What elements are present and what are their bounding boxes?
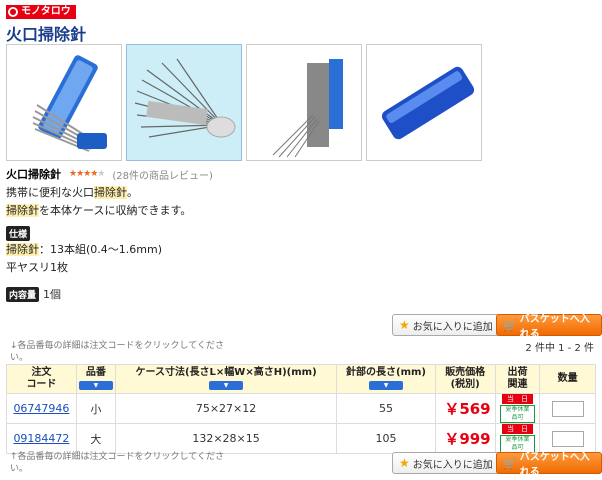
same-day-badge: 当 日 bbox=[501, 424, 533, 434]
cart-icon: 🛒 bbox=[503, 456, 517, 470]
desc-highlight: 掃除針 bbox=[6, 204, 39, 217]
header-qty: 数量 bbox=[539, 364, 596, 394]
thumbnail-4[interactable] bbox=[366, 44, 482, 161]
header-case: ケース寸法(長さL×幅W×高さH)(mm) ▼ bbox=[114, 364, 338, 394]
contents-row: 内容量 1個 bbox=[6, 286, 61, 302]
star-icon: ★ bbox=[399, 318, 410, 332]
hinban-cell: 大 bbox=[75, 423, 116, 454]
page-title: 火口掃除針 bbox=[6, 25, 87, 44]
desc-highlight: 掃除針 bbox=[94, 186, 127, 199]
spec-text: 平ヤスリ1枚 bbox=[6, 261, 68, 274]
cart-icon: 🛒 bbox=[503, 318, 517, 332]
product-image-closed-case-icon bbox=[381, 66, 475, 140]
monotaro-logo[interactable]: ● モノタロウ bbox=[6, 5, 76, 19]
sort-icon[interactable]: ▼ bbox=[369, 381, 403, 390]
product-image-case-needles-icon bbox=[272, 59, 343, 158]
table-row: 06747946 小 75×27×12 55 ￥569 当 日 夏季休業品可 bbox=[6, 393, 596, 424]
price-cell: ￥569 bbox=[434, 393, 496, 424]
product-image-open-case-icon bbox=[32, 55, 107, 152]
qty-cell bbox=[539, 393, 596, 424]
add-to-basket-button-top[interactable]: 🛒 バスケットへ入れる bbox=[496, 314, 602, 340]
product-name: 火口掃除針 bbox=[6, 168, 61, 181]
logo-mark-icon: ● bbox=[8, 7, 18, 17]
rating-stars: ★★★★★ bbox=[69, 169, 105, 179]
needle-length-cell: 55 bbox=[336, 393, 436, 424]
thumbnail-1[interactable] bbox=[6, 44, 122, 161]
ship-cell: 当 日 夏季休業品可 bbox=[494, 393, 541, 424]
logo-text: モノタロウ bbox=[21, 6, 71, 17]
thumbnail-3[interactable] bbox=[246, 44, 362, 161]
same-day-badge: 当 日 bbox=[501, 394, 533, 404]
case-size-cell: 132×28×15 bbox=[114, 423, 338, 454]
result-count: 2 件中 1 - 2 件 bbox=[525, 343, 594, 354]
spec-highlight: 掃除針 bbox=[6, 243, 39, 256]
case-size-cell: 75×27×12 bbox=[114, 393, 338, 424]
needle-length-cell: 105 bbox=[336, 423, 436, 454]
note-bottom: ↑各品番毎の詳細は注文コードをクリックしてください。 bbox=[10, 452, 225, 474]
desc-text: を本体ケースに収納できます。 bbox=[39, 204, 192, 217]
price-cell: ￥999 bbox=[434, 423, 496, 454]
sort-icon[interactable]: ▼ bbox=[78, 381, 113, 390]
shipping-badge: 夏季休業品可 bbox=[499, 405, 536, 423]
quantity-input[interactable] bbox=[551, 430, 584, 447]
star-icon: ★ bbox=[399, 456, 410, 470]
desc-text: 。 bbox=[127, 186, 138, 199]
header-price: 販売価格 (税別) bbox=[434, 364, 496, 394]
contents-label: 内容量 bbox=[6, 286, 40, 302]
spec-text: ：13本組(0.4〜1.6mm) bbox=[39, 243, 162, 256]
header-ship: 出荷 関連 bbox=[494, 364, 541, 394]
thumbnail-gallery bbox=[6, 44, 482, 161]
order-code-link[interactable]: 06747946 bbox=[6, 393, 77, 424]
add-favorite-button-top[interactable]: ★ お気に入りに追加 bbox=[392, 314, 500, 336]
desc-text: 携帯に便利な火口 bbox=[6, 186, 94, 199]
order-code-link[interactable]: 09184472 bbox=[6, 423, 77, 454]
sort-icon[interactable]: ▼ bbox=[209, 381, 244, 390]
spec-list: 掃除針：13本組(0.4〜1.6mm) 平ヤスリ1枚 bbox=[6, 241, 162, 277]
product-image-needle-fan-icon bbox=[134, 58, 236, 138]
spec-heading: 仕様 bbox=[6, 226, 31, 241]
product-summary: 火口掃除針 ★★★★★ (28件の商品レビュー) bbox=[6, 166, 213, 182]
quantity-input[interactable] bbox=[551, 400, 584, 417]
add-favorite-button-bottom[interactable]: ★ お気に入りに追加 bbox=[392, 452, 500, 474]
table-row: 09184472 大 132×28×15 105 ￥999 当 日 夏季休業品可 bbox=[6, 423, 596, 454]
header-hinban: 品番 ▼ bbox=[75, 364, 116, 394]
review-count-link[interactable]: (28件の商品レビュー) bbox=[112, 167, 213, 182]
contents-value: 1個 bbox=[43, 288, 62, 301]
thumbnail-2[interactable] bbox=[126, 44, 242, 161]
header-needle: 針部の長さ(mm) ▼ bbox=[336, 364, 436, 394]
product-description: 携帯に便利な火口掃除針。 掃除針を本体ケースに収納できます。 bbox=[6, 184, 191, 220]
header-code: 注文 コード bbox=[6, 364, 77, 394]
product-table: 注文 コード 品番 ▼ ケース寸法(長さL×幅W×高さH)(mm) ▼ 針部の長さ(… bbox=[6, 364, 596, 454]
hinban-cell: 小 bbox=[75, 393, 116, 424]
note-top: ↓各品番毎の詳細は注文コードをクリックしてください。 bbox=[10, 341, 225, 363]
add-to-basket-button-bottom[interactable]: 🛒 バスケットへ入れる bbox=[496, 452, 602, 478]
